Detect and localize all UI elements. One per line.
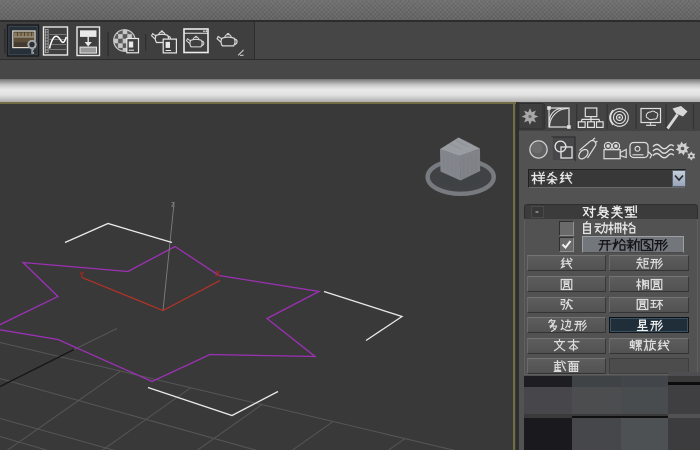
svg-text:z: z — [171, 199, 175, 208]
svg-text:X: X — [215, 269, 221, 278]
svg-text:Y: Y — [79, 270, 85, 279]
